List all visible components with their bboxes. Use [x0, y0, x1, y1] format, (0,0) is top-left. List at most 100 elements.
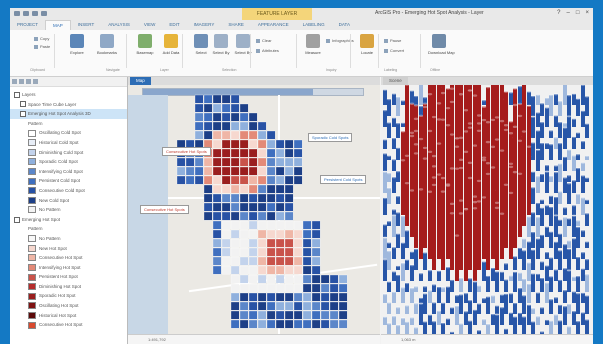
grid-bin[interactable]	[320, 283, 330, 293]
tab-edit[interactable]: EDIT	[162, 20, 186, 30]
time-cube-column[interactable]	[566, 93, 572, 116]
time-cube-column[interactable]	[517, 85, 523, 105]
time-cube-column[interactable]	[409, 263, 415, 281]
tab-insert[interactable]: INSERT	[71, 20, 101, 30]
time-cube-column[interactable]	[481, 99, 487, 105]
time-cube-column[interactable]	[409, 189, 415, 237]
maximize-button[interactable]: □	[576, 10, 580, 16]
grid-bin[interactable]	[221, 166, 231, 176]
grid-bin[interactable]	[293, 220, 303, 230]
time-cube-column[interactable]	[526, 282, 532, 303]
grid-bin[interactable]	[266, 148, 276, 158]
time-cube-column[interactable]	[526, 145, 532, 215]
map-scale[interactable]: 1:491,792	[148, 337, 166, 342]
time-cube-column[interactable]	[548, 275, 554, 292]
grid-bin[interactable]	[275, 193, 285, 203]
grid-bin[interactable]	[230, 301, 240, 311]
time-cube-column[interactable]	[580, 196, 586, 215]
time-cube-column[interactable]	[445, 184, 451, 259]
time-cube-column[interactable]	[535, 237, 541, 259]
grid-bin[interactable]	[230, 292, 240, 302]
time-cube-column[interactable]	[386, 301, 392, 314]
time-cube-column[interactable]	[485, 295, 491, 314]
time-cube-column[interactable]	[553, 195, 559, 215]
tab-imagery[interactable]: IMAGERY	[187, 20, 222, 30]
time-cube-column[interactable]	[508, 292, 514, 303]
time-cube-column[interactable]	[535, 148, 541, 171]
select-by-attributes-button[interactable]: Select By	[210, 34, 232, 68]
grid-bin[interactable]	[248, 274, 258, 284]
grid-bin[interactable]	[311, 256, 321, 266]
time-cube-column[interactable]	[386, 121, 392, 138]
time-cube-column[interactable]	[427, 289, 433, 303]
grid-bin[interactable]	[239, 157, 249, 167]
convert-button[interactable]: Convert	[384, 48, 404, 53]
grid-bin[interactable]	[284, 283, 294, 293]
time-cube-column[interactable]	[404, 281, 410, 292]
time-cube-column[interactable]	[503, 262, 509, 270]
grid-bin[interactable]	[248, 238, 258, 248]
grid-bin[interactable]	[302, 229, 312, 239]
time-cube-column[interactable]	[422, 292, 428, 314]
grid-bin[interactable]	[248, 292, 258, 302]
grid-bin[interactable]	[257, 319, 267, 329]
time-cube-column[interactable]	[382, 236, 388, 259]
time-cube-column[interactable]	[571, 275, 577, 281]
grid-bin[interactable]	[293, 265, 303, 275]
list-by-source-icon[interactable]	[26, 79, 31, 84]
grid-bin[interactable]	[212, 175, 222, 185]
time-cube-column[interactable]	[436, 309, 442, 325]
grid-bin[interactable]	[284, 238, 294, 248]
time-cube-column[interactable]	[512, 255, 518, 270]
grid-bin[interactable]	[221, 211, 231, 221]
grid-bin[interactable]	[329, 283, 339, 293]
help-button[interactable]: ?	[557, 10, 560, 16]
grid-bin[interactable]	[248, 247, 258, 257]
time-cube-column[interactable]	[481, 196, 487, 259]
add-data-button[interactable]: Add Data	[160, 34, 182, 68]
grid-bin[interactable]	[221, 220, 231, 230]
save-icon[interactable]	[14, 11, 20, 16]
grid-bin[interactable]	[320, 301, 330, 311]
time-cube-column[interactable]	[458, 293, 464, 314]
grid-bin[interactable]	[212, 202, 222, 212]
grid-bin[interactable]	[230, 283, 240, 293]
time-cube-column[interactable]	[503, 183, 509, 248]
time-cube-column[interactable]	[418, 272, 424, 281]
filter-icon[interactable]	[12, 79, 17, 84]
time-cube-column[interactable]	[395, 121, 401, 138]
time-cube-column[interactable]	[445, 265, 451, 281]
time-cube-column[interactable]	[575, 131, 581, 138]
time-cube-column[interactable]	[419, 85, 423, 105]
tree-row[interactable]: Intensifying Hot Spot	[10, 263, 127, 273]
time-cube-column[interactable]	[508, 274, 514, 281]
grid-bin[interactable]	[248, 283, 258, 293]
minimize-button[interactable]: –	[567, 10, 570, 16]
grid-bin[interactable]	[230, 220, 240, 230]
grid-bin[interactable]	[176, 166, 186, 176]
grid-bin[interactable]	[212, 211, 222, 221]
attributes-button[interactable]: Attributes	[256, 48, 279, 53]
grid-bin[interactable]	[257, 175, 267, 185]
map-view[interactable]: Map Consecutive Hot Spots Sporadic Cold S…	[128, 77, 380, 344]
time-cube-column[interactable]	[526, 303, 532, 325]
time-cube-column[interactable]	[382, 196, 388, 215]
grid-bin[interactable]	[194, 112, 204, 122]
time-cube-column[interactable]	[382, 223, 388, 237]
time-cube-column[interactable]	[503, 292, 509, 314]
time-cube-column[interactable]	[557, 218, 563, 226]
grid-bin[interactable]	[257, 157, 267, 167]
grid-bin[interactable]	[266, 130, 276, 140]
time-cube-column[interactable]	[490, 312, 496, 325]
grid-bin[interactable]	[257, 220, 267, 230]
time-cube-column[interactable]	[481, 297, 487, 303]
grid-bin[interactable]	[284, 175, 294, 185]
grid-bin[interactable]	[266, 166, 276, 176]
time-cube-column[interactable]	[391, 116, 397, 127]
time-cube-column[interactable]	[490, 266, 496, 281]
grid-bin[interactable]	[248, 148, 258, 158]
time-cube-column[interactable]	[521, 237, 527, 248]
time-cube-column[interactable]	[395, 194, 401, 204]
time-cube-column[interactable]	[526, 240, 532, 259]
grid-bin[interactable]	[320, 292, 330, 302]
